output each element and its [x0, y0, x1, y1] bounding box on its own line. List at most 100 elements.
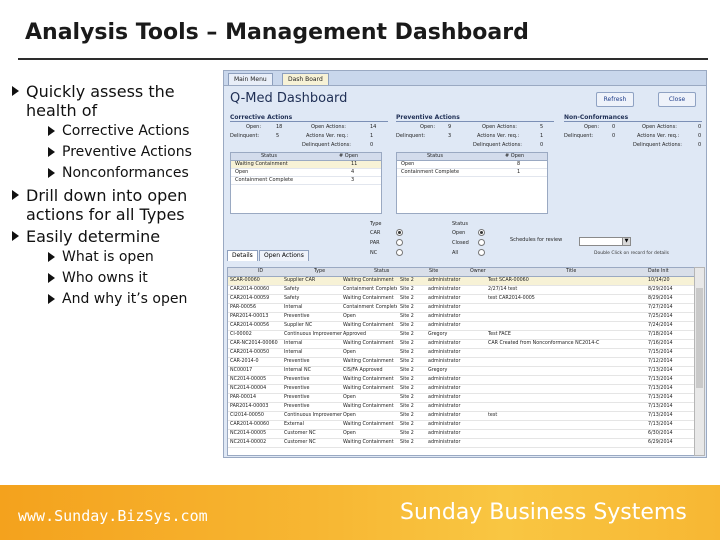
table-row[interactable]: CAR-2014-0 Preventive Waiting Containment S… [228, 358, 694, 367]
footer-url[interactable]: www.Sunday.BizSys.com [18, 507, 208, 525]
status-closed-radio[interactable] [478, 239, 485, 246]
type-car-radio[interactable] [396, 229, 403, 236]
nc-delinquent-actions-value[interactable]: 0 [698, 142, 701, 148]
table-row[interactable]: PAR-00056 Internal Containment Complete Sit… [228, 304, 694, 313]
grid-cell: 7/15/2014 [648, 350, 673, 355]
table-row[interactable]: CAR2014-00056 Supplier NC Waiting Containm… [228, 322, 694, 331]
grid-cell: Test FACE [488, 332, 511, 337]
table-row[interactable]: CAR2014-00060 External Waiting Containment… [228, 421, 694, 430]
table-row[interactable]: NC2014-00005 Customer NC Open Site 2 adminis… [228, 430, 694, 439]
grid-cell: Waiting Containment [343, 341, 394, 346]
pa-actions-ver-value[interactable]: 1 [540, 133, 543, 139]
pa-actions-ver-label: Actions Ver. req.: [477, 133, 520, 139]
grid-cell: Open [343, 350, 356, 355]
tab-details[interactable]: Details [227, 250, 258, 261]
schedule-select[interactable]: ▼ [579, 237, 631, 246]
table-row[interactable]: NC2014-00005 Preventive Waiting Containmen… [228, 376, 694, 385]
nc-open-actions-value[interactable]: 0 [698, 124, 701, 130]
pa-delinquent-value[interactable]: 3 [448, 133, 451, 139]
pa-delinquent-actions-value[interactable]: 0 [540, 142, 543, 148]
nc-open-value[interactable]: 0 [612, 124, 615, 130]
sub-bullet: And why it’s open [48, 291, 217, 308]
grid-cell: test [488, 413, 498, 418]
grid-cell: Site 2 [400, 314, 414, 319]
col-date-init[interactable]: Date Init [648, 268, 669, 276]
grid-cell: Site 2 [400, 332, 414, 337]
table-row[interactable]: CAR2014-00059 Safety Waiting Containment Si… [228, 295, 694, 304]
ca-delinquent-value[interactable]: 5 [276, 133, 279, 139]
tab-main-menu[interactable]: Main Menu [228, 73, 273, 85]
col-id[interactable]: ID [258, 268, 263, 276]
status-open-radio[interactable] [478, 229, 485, 236]
nc-delinquent-value[interactable]: 0 [612, 133, 615, 139]
grid-cell: Containment Complete [343, 305, 397, 310]
sub-bullet: Preventive Actions [48, 144, 217, 161]
table-row[interactable]: Waiting Containment 11 [231, 161, 381, 169]
grid-cell: 7/13/2014 [648, 386, 673, 391]
table-row[interactable]: NC00017 Internal NC CIS/FA Approved Site 2 G… [228, 367, 694, 376]
grid-cell: Waiting Containment [343, 323, 394, 328]
grid-cell: NC00017 [230, 368, 253, 373]
table-row[interactable]: CAR-NC2014-00060 Internal Waiting Containm… [228, 340, 694, 349]
sub-bullet: Who owns it [48, 270, 217, 287]
pa-open-value[interactable]: 9 [448, 124, 451, 130]
ca-open-actions-value[interactable]: 14 [370, 124, 376, 130]
grid-cell: Open [343, 413, 356, 418]
grid-cell: Waiting Containment [343, 440, 394, 445]
grid-cell: Preventive [284, 395, 310, 400]
grid-cell: 7/13/2014 [648, 422, 673, 427]
refresh-button[interactable]: Refresh [596, 92, 634, 107]
status-option-all: All [452, 250, 459, 256]
type-nc-radio[interactable] [396, 249, 403, 256]
preventive-actions-title: Preventive Actions [396, 114, 460, 121]
grid-cell: Continuous Improvement [284, 413, 342, 418]
table-row[interactable]: Open 8 [397, 161, 547, 169]
grid-scrollbar[interactable] [694, 267, 705, 456]
type-par-radio[interactable] [396, 239, 403, 246]
scrollbar-thumb[interactable] [696, 288, 703, 388]
table-row[interactable]: CI2014-00050 Continuous Improvement Open Si… [228, 412, 694, 421]
grid-cell: administrator [428, 323, 461, 328]
table-row[interactable]: PAR-00014 Preventive Open Site 2 administrat… [228, 394, 694, 403]
grid-cell: External [284, 422, 304, 427]
table-row[interactable]: CAR2014-00060 Safety Containment Complete S… [228, 286, 694, 295]
grid-cell: administrator [428, 431, 461, 436]
pa-open-actions-value[interactable]: 5 [540, 124, 543, 130]
col-status[interactable]: Status [374, 268, 389, 276]
ca-actions-ver-label: Actions Ver. req.: [306, 133, 349, 139]
col-site[interactable]: Site [429, 268, 438, 276]
grid-cell: 7/18/2014 [648, 332, 673, 337]
table-row[interactable]: PAR2014-00003 Preventive Waiting Containme… [228, 403, 694, 412]
grid-cell: Safety [284, 287, 300, 292]
close-button[interactable]: Close [658, 92, 696, 107]
nc-actions-ver-value[interactable]: 0 [698, 133, 701, 139]
table-row[interactable]: NC2014-00002 Customer NC Waiting Containme… [228, 439, 694, 448]
grid-cell: 10/14/20 [648, 278, 670, 283]
bullet: Quickly assess the health of [12, 82, 217, 120]
table-row[interactable]: CAR2014-00050 Internal Open Site 2 administr… [228, 349, 694, 358]
sub-bullet: Nonconformances [48, 165, 217, 182]
ca-open-value[interactable]: 18 [276, 124, 282, 130]
tab-open-actions[interactable]: Open Actions [259, 250, 309, 261]
ca-delinquent-actions-value[interactable]: 0 [370, 142, 373, 148]
chevron-down-icon[interactable]: ▼ [622, 238, 630, 245]
grid-cell: 7/16/2014 [648, 341, 673, 346]
table-row[interactable]: Containment Complete 3 [231, 177, 381, 185]
col-type[interactable]: Type [314, 268, 325, 276]
col-owner[interactable]: Owner [470, 268, 486, 276]
tab-dash-board[interactable]: Dash Board [282, 73, 329, 85]
table-row[interactable]: PAR2014-00013 Preventive Open Site 2 adminis… [228, 313, 694, 322]
bullet: Drill down into open actions for all Typ… [12, 186, 217, 224]
table-row[interactable]: SCAR-00060 Supplier CAR Waiting Containmen… [228, 277, 694, 286]
table-row[interactable]: Containment Complete 1 [397, 169, 547, 177]
table-row[interactable]: Open 4 [231, 169, 381, 177]
col-title[interactable]: Title [566, 268, 576, 276]
grid-cell: administrator [428, 341, 461, 346]
status-all-radio[interactable] [478, 249, 485, 256]
table-row[interactable]: CI-00002 Continuous Improvement Approved Si… [228, 331, 694, 340]
table-row[interactable]: NC2014-00004 Preventive Waiting Containmen… [228, 385, 694, 394]
grid-cell: 2/27/14 test [488, 287, 518, 292]
grid-cell: Site 2 [400, 422, 414, 427]
grid-cell: 8/29/2014 [648, 287, 673, 292]
ca-actions-ver-value[interactable]: 1 [370, 133, 373, 139]
